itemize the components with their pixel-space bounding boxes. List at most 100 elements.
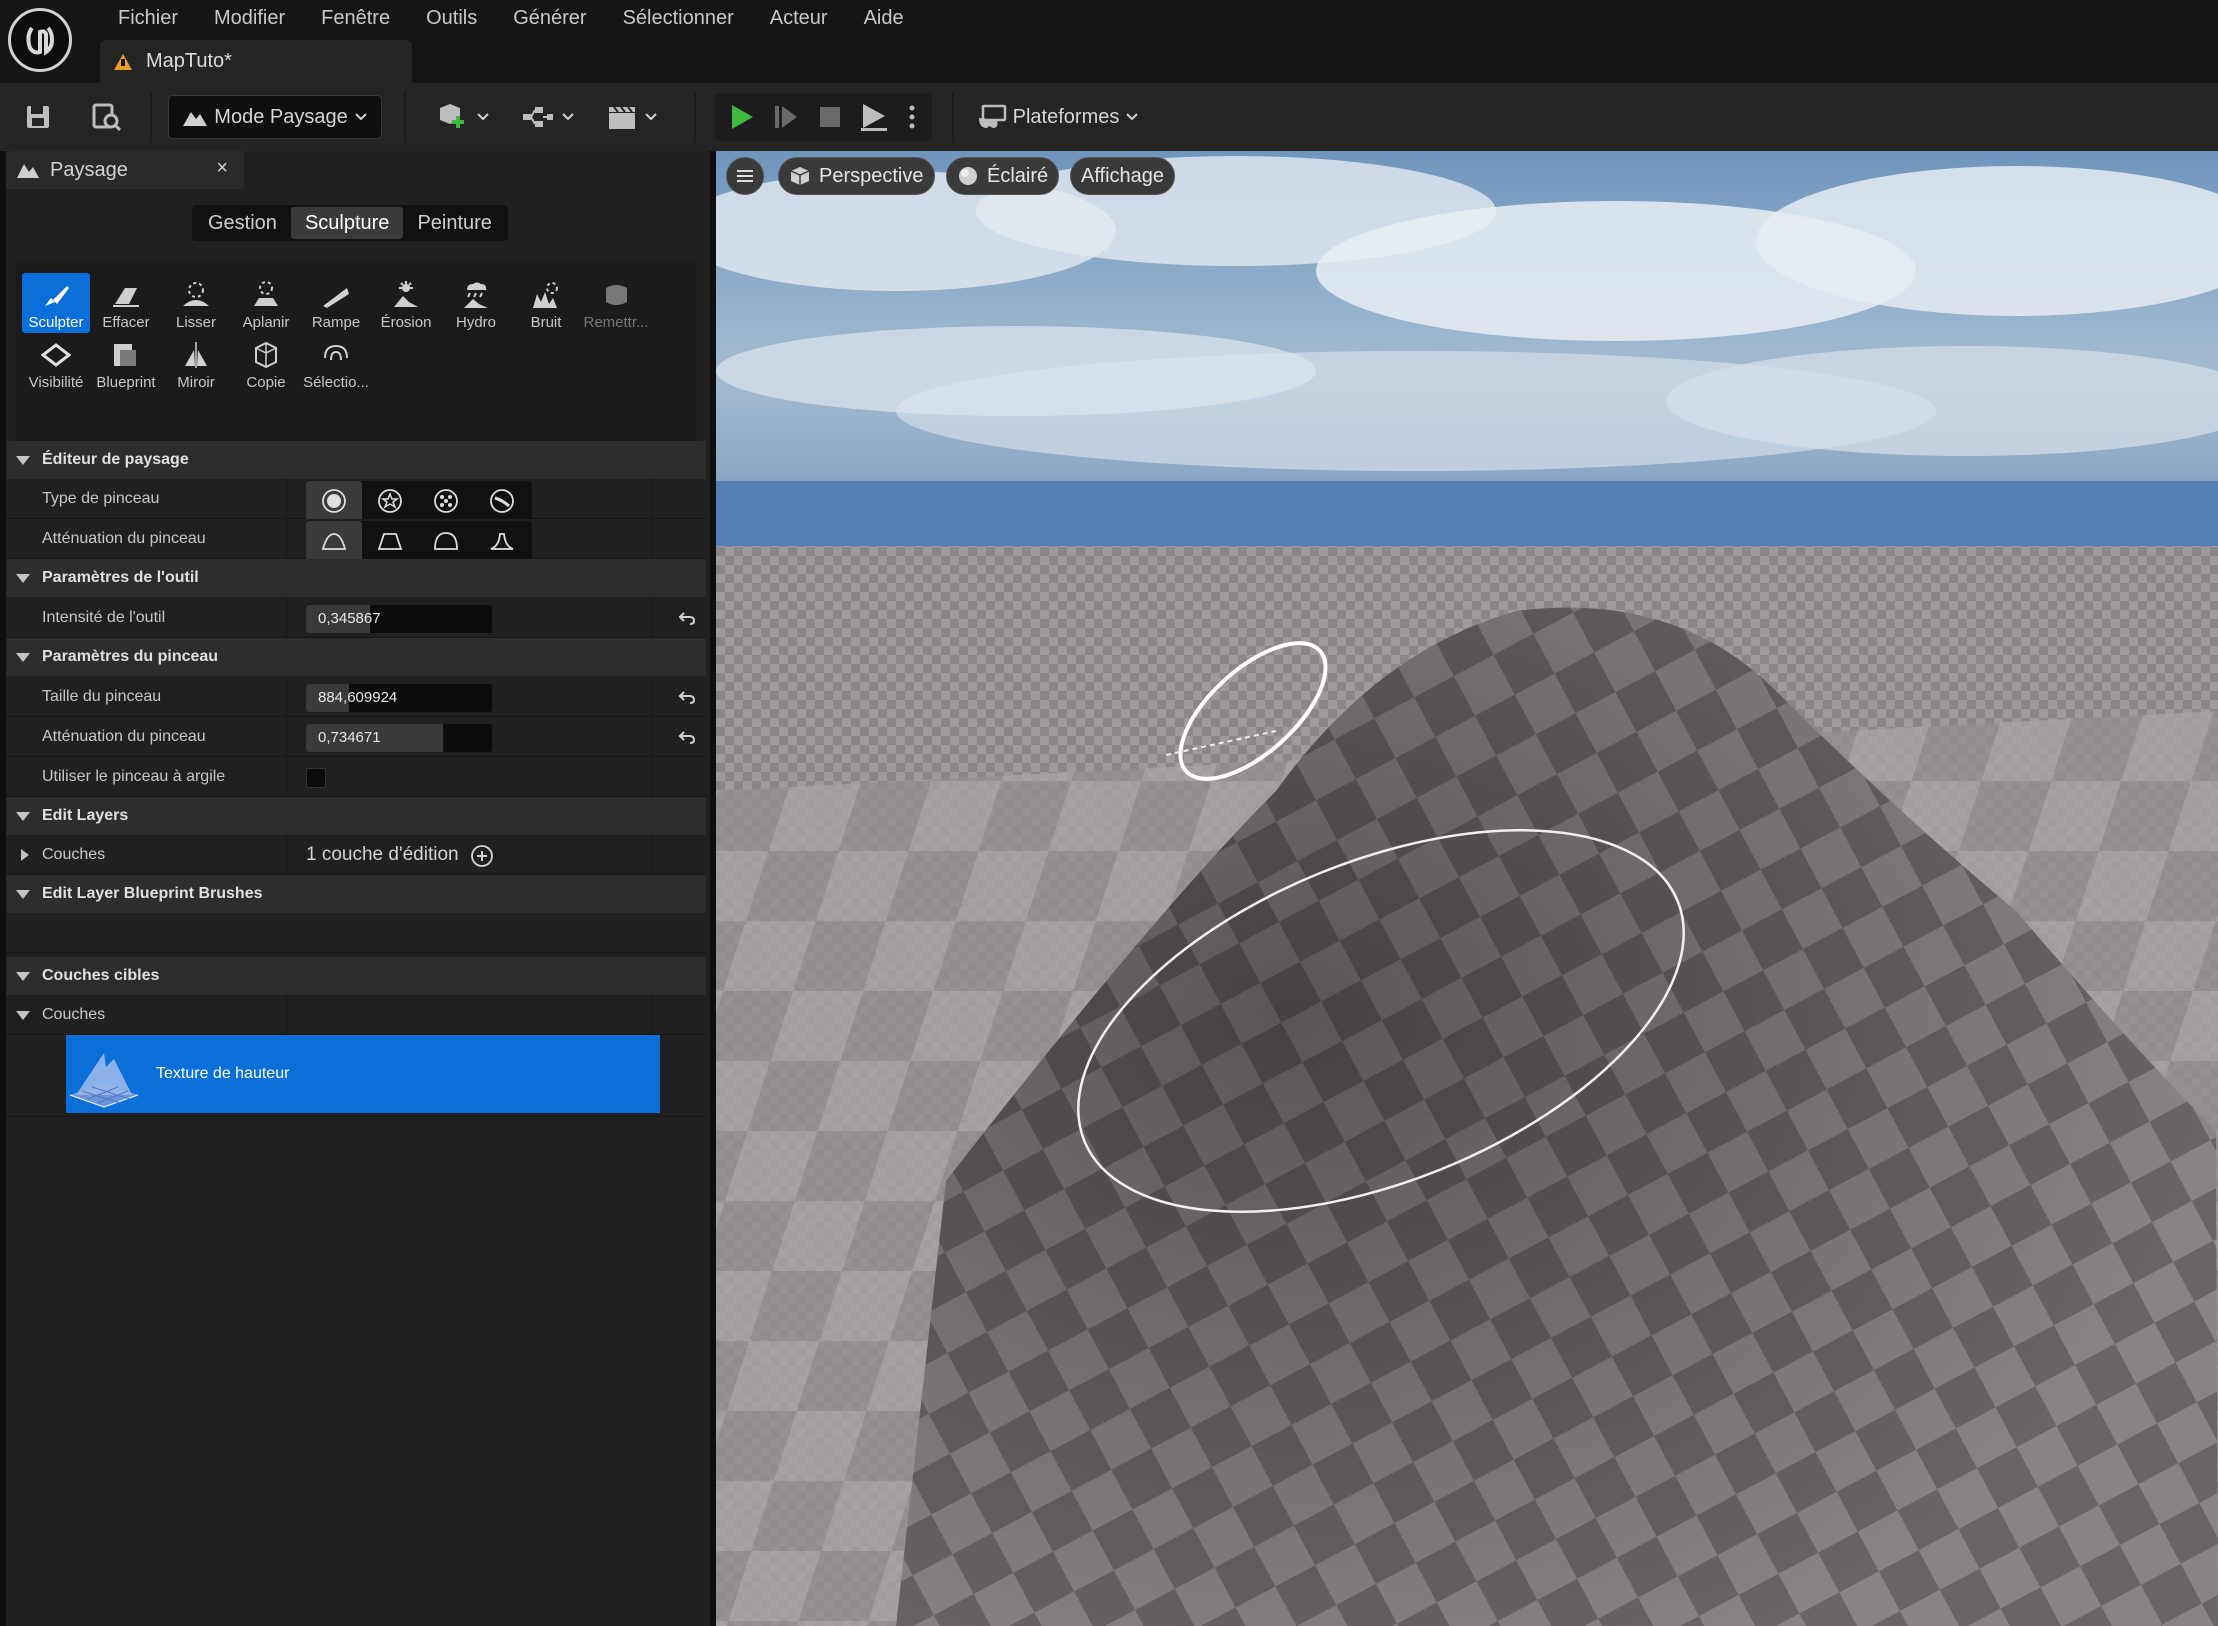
eject-icon <box>861 104 887 131</box>
mode-selector[interactable]: Mode Paysage <box>168 95 382 139</box>
heightmap-label: Texture de hauteur <box>156 1065 290 1082</box>
circle-brush-button[interactable] <box>306 481 362 521</box>
expand-arrow-icon[interactable] <box>20 848 30 862</box>
column-divider <box>286 677 287 717</box>
visibility-icon <box>41 340 71 370</box>
tool-copy[interactable]: Copie <box>232 333 300 393</box>
tool-smooth[interactable]: Lisser <box>162 273 230 333</box>
document-tab[interactable]: MapTuto* <box>100 40 412 83</box>
menu-tools[interactable]: Outils <box>408 2 495 34</box>
menu-select[interactable]: Sélectionner <box>605 2 752 34</box>
tool-label: Visibilité <box>28 374 84 391</box>
browse-content-button[interactable] <box>84 95 128 139</box>
value-text: 0,734671 <box>318 729 381 746</box>
viewport-menu-button[interactable] <box>726 157 764 195</box>
show-button[interactable]: Affichage <box>1070 157 1176 195</box>
reset-icon[interactable] <box>678 610 696 626</box>
tool-mirror[interactable]: Miroir <box>162 333 230 393</box>
section-label: Edit Layer Blueprint Brushes <box>42 885 263 902</box>
unreal-logo-icon[interactable] <box>8 8 72 72</box>
menu-edit[interactable]: Modifier <box>196 2 303 34</box>
close-icon[interactable]: × <box>216 157 228 180</box>
clay-brush-checkbox[interactable] <box>306 768 326 788</box>
stop-button[interactable] <box>810 97 850 137</box>
tool-blueprint[interactable]: Blueprint <box>92 333 160 393</box>
tool-erase[interactable]: Effacer <box>92 273 160 333</box>
brush-falloff-input[interactable]: 0,734671 <box>306 724 492 752</box>
panel-tab[interactable]: Paysage × <box>6 151 244 189</box>
tool-label: Rampe <box>311 314 361 331</box>
clay-brush-row: Utiliser le pinceau à argile <box>6 757 706 797</box>
region-select-icon <box>321 340 351 370</box>
brush-type-selector <box>306 481 532 521</box>
add-layer-icon[interactable] <box>470 844 494 868</box>
tool-ramp[interactable]: Rampe <box>302 273 370 333</box>
tool-visibility[interactable]: Visibilité <box>22 333 90 393</box>
menu-help[interactable]: Aide <box>846 2 922 34</box>
pattern-brush-button[interactable] <box>418 481 474 521</box>
tool-erosion[interactable]: Érosion <box>372 273 440 333</box>
level-viewport[interactable]: Perspective Éclairé Affichage <box>716 151 2218 1626</box>
tool-retopologize[interactable]: Remettr... <box>582 273 650 333</box>
tool-hydro[interactable]: Hydro <box>442 273 510 333</box>
tool-label: Érosion <box>380 314 432 331</box>
blueprint-button[interactable] <box>518 95 578 139</box>
linear-falloff-button[interactable] <box>362 521 418 561</box>
property-label: Couches <box>42 846 106 863</box>
tool-strength-input[interactable]: 0,345867 <box>306 605 492 633</box>
section-edit-layers[interactable]: Edit Layers <box>6 797 706 835</box>
tip-falloff-button[interactable] <box>474 521 530 561</box>
expand-arrow-icon <box>16 1011 30 1020</box>
section-landscape-editor[interactable]: Éditeur de paysage <box>6 441 706 479</box>
main-area: Paysage × Gestion Sculpture Peinture Scu… <box>0 151 2218 1626</box>
heightmap-icon <box>69 1053 139 1108</box>
spherical-falloff-button[interactable] <box>418 521 474 561</box>
component-brush-button[interactable] <box>474 481 530 521</box>
expand-arrow-icon <box>16 971 30 981</box>
heightmap-layer-item[interactable]: Texture de hauteur <box>66 1035 660 1113</box>
section-target-layers[interactable]: Couches cibles <box>6 957 706 995</box>
menu-window[interactable]: Fenêtre <box>303 2 408 34</box>
lit-button[interactable]: Éclairé <box>946 157 1060 195</box>
tool-region-select[interactable]: Sélectio... <box>302 333 370 393</box>
hamburger-icon <box>737 170 753 182</box>
brush-size-row: Taille du pinceau 884,609924 <box>6 677 706 717</box>
brush-size-input[interactable]: 884,609924 <box>306 684 492 712</box>
eject-button[interactable] <box>854 97 894 137</box>
target-layers-row[interactable]: Couches <box>6 995 706 1035</box>
panel-title: Paysage <box>50 158 128 181</box>
save-button[interactable] <box>18 95 58 139</box>
advance-frame-button[interactable] <box>766 97 806 137</box>
tool-noise[interactable]: Bruit <box>512 273 580 333</box>
section-label: Couches cibles <box>42 967 160 984</box>
section-tool-params[interactable]: Paramètres de l'outil <box>6 559 706 597</box>
column-divider <box>286 717 287 757</box>
tool-label: Hydro <box>455 314 496 331</box>
tool-flatten[interactable]: Aplanir <box>232 273 300 333</box>
tab-peinture[interactable]: Peinture <box>403 207 506 239</box>
tool-label: Blueprint <box>96 374 156 391</box>
tab-gestion[interactable]: Gestion <box>194 207 291 239</box>
tab-sculpture[interactable]: Sculpture <box>290 207 404 239</box>
alpha-brush-button[interactable] <box>362 481 418 521</box>
reset-icon[interactable] <box>678 729 696 745</box>
menu-build[interactable]: Générer <box>495 2 604 34</box>
erase-icon <box>111 280 141 310</box>
section-brush-params[interactable]: Paramètres du pinceau <box>6 638 706 676</box>
retopologize-icon <box>601 280 631 310</box>
smooth-falloff-button[interactable] <box>306 521 362 561</box>
add-actor-button[interactable] <box>434 95 492 139</box>
play-options-button[interactable] <box>900 97 924 137</box>
section-blueprint-brushes[interactable]: Edit Layer Blueprint Brushes <box>6 875 706 913</box>
column-divider <box>286 757 287 797</box>
menu-file[interactable]: Fichier <box>100 2 196 34</box>
column-divider <box>286 995 287 1035</box>
play-button[interactable] <box>722 97 762 137</box>
cinematics-button[interactable] <box>602 95 662 139</box>
menu-actor[interactable]: Acteur <box>752 2 846 34</box>
reset-icon[interactable] <box>678 689 696 705</box>
platforms-button[interactable]: Plateformes <box>970 95 1146 139</box>
perspective-button[interactable]: Perspective <box>778 157 935 195</box>
tool-sculpt[interactable]: Sculpter <box>22 273 90 333</box>
clapperboard-icon <box>609 106 635 129</box>
